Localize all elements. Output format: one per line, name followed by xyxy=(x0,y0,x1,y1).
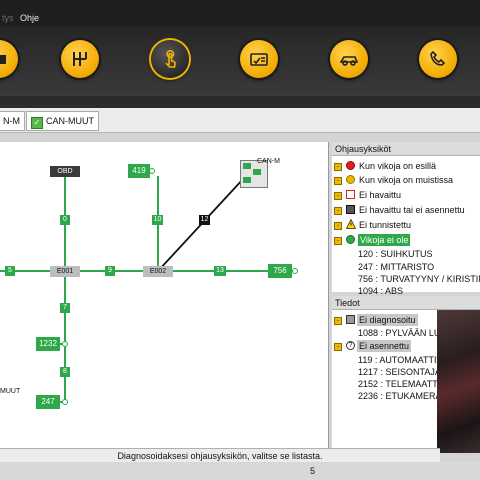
menu-bar: tys Ohje xyxy=(0,0,480,26)
card-button[interactable] xyxy=(240,40,278,78)
not-diagnosed-icon xyxy=(346,315,355,324)
node-can-m-label: CAN-M xyxy=(257,158,280,165)
expand-icon[interactable]: - xyxy=(334,192,342,200)
status-bar: Diagnosoidaksesi ohjausyksikön, valitse … xyxy=(0,448,440,463)
legend-no-faults[interactable]: Vikoja ei ole xyxy=(358,234,411,246)
list-item[interactable]: 756 : TURVATYYNY / KIRISTIM xyxy=(358,273,480,285)
red-fault-icon xyxy=(346,161,355,170)
gearbox-button[interactable] xyxy=(61,40,99,78)
tab-label: CAN-MUUT xyxy=(46,116,94,126)
list-item[interactable]: 1088 : PYLVÄÄN LU xyxy=(358,327,440,339)
yellow-fault-icon xyxy=(346,175,355,184)
phone-icon xyxy=(430,50,446,66)
control-units-panel: Ohjausyksiköt - Kun vikoja on esillä - K… xyxy=(332,142,480,296)
legend-active-faults[interactable]: Kun vikoja on esillä xyxy=(359,160,436,172)
link-9: 9 xyxy=(105,266,115,276)
node-247[interactable]: 247 xyxy=(36,395,60,409)
module-icon xyxy=(243,163,251,169)
legend-not-detected[interactable]: Ei havaittu xyxy=(359,189,401,201)
link-0: 0 xyxy=(60,215,70,225)
menu-item-help[interactable]: Ohje xyxy=(20,13,39,23)
node-muut-label: MUUT xyxy=(0,388,21,395)
collapse-icon[interactable]: - xyxy=(334,343,342,351)
link-7: 7 xyxy=(60,303,70,313)
not-installed-icon xyxy=(346,205,355,214)
link-8: 8 xyxy=(60,367,70,377)
ok-icon xyxy=(346,235,355,244)
module-icon xyxy=(243,177,251,183)
car-icon xyxy=(339,56,359,66)
link-10: 10 xyxy=(152,215,163,225)
link-12: 12 xyxy=(199,215,210,225)
control-units-title: Ohjausyksiköt xyxy=(332,142,480,156)
toolbar-divider xyxy=(0,96,480,108)
link-5: 5 xyxy=(5,266,15,276)
expand-icon[interactable]: - xyxy=(334,163,342,171)
node-e001[interactable]: E001 xyxy=(50,266,80,277)
car-button[interactable] xyxy=(330,40,368,78)
collapse-icon[interactable]: - xyxy=(334,237,342,245)
engine-button[interactable] xyxy=(0,40,18,78)
touch-icon xyxy=(165,49,176,68)
engine-icon xyxy=(0,55,6,64)
module-icon xyxy=(253,169,261,175)
touch-button[interactable] xyxy=(151,40,189,78)
expand-icon[interactable]: - xyxy=(334,177,342,185)
tab-bar: N-M ✓ CAN-MUUT xyxy=(0,108,480,133)
warning-icon xyxy=(346,219,356,229)
check-icon: ✓ xyxy=(31,117,43,129)
tab-can-m[interactable]: N-M xyxy=(0,111,25,131)
menu-item-partial[interactable]: tys xyxy=(2,13,14,23)
page-number: 5 xyxy=(310,466,316,476)
list-item[interactable]: 119 : AUTOMAATTIV xyxy=(358,354,443,366)
toolbar xyxy=(0,26,480,96)
expand-icon[interactable]: - xyxy=(334,207,342,215)
group-not-installed[interactable]: Ei asennettu xyxy=(357,340,412,352)
node-756[interactable]: 756 xyxy=(268,264,292,278)
question-icon: ? xyxy=(346,341,355,350)
phone-button[interactable] xyxy=(419,40,457,78)
node-419[interactable]: 419 xyxy=(128,164,150,178)
node-e002[interactable]: E002 xyxy=(143,266,173,277)
network-diagram: OBD E001 E002 419 756 1232 247 CAN-M MUU… xyxy=(0,142,329,448)
tab-label: N-M xyxy=(3,116,20,126)
list-item[interactable]: 2236 : ETUKAMERA xyxy=(358,390,442,402)
legend-not-detected-or-installed[interactable]: Ei havaittu tai ei asennettu xyxy=(359,204,465,216)
info-title: Tiedot xyxy=(332,296,480,310)
expand-icon[interactable]: - xyxy=(334,222,342,230)
bottom-bar: 5 xyxy=(0,462,480,480)
link-13: 13 xyxy=(214,266,226,276)
legend-stored-faults[interactable]: Kun vikoja on muistissa xyxy=(359,174,453,186)
node-obd[interactable]: OBD xyxy=(50,166,80,177)
not-detected-icon xyxy=(346,190,355,199)
tab-can-muut[interactable]: ✓ CAN-MUUT xyxy=(26,111,99,131)
legend-unidentified[interactable]: Ei tunnistettu xyxy=(359,219,411,231)
collapse-icon[interactable]: - xyxy=(334,317,342,325)
group-not-diagnosed[interactable]: Ei diagnosoitu xyxy=(357,314,418,326)
list-item[interactable]: 120 : SUIHKUTUS xyxy=(358,248,433,260)
card-icon xyxy=(250,53,268,66)
node-1232[interactable]: 1232 xyxy=(36,337,60,351)
list-item[interactable]: 1217 : SEISONTAJA xyxy=(358,366,441,378)
gearbox-icon xyxy=(73,52,87,66)
camera-overlay xyxy=(437,310,480,453)
list-item[interactable]: 2152 : TELEMAATT. xyxy=(358,378,439,390)
list-item[interactable]: 247 : MITTARISTO xyxy=(358,261,434,273)
